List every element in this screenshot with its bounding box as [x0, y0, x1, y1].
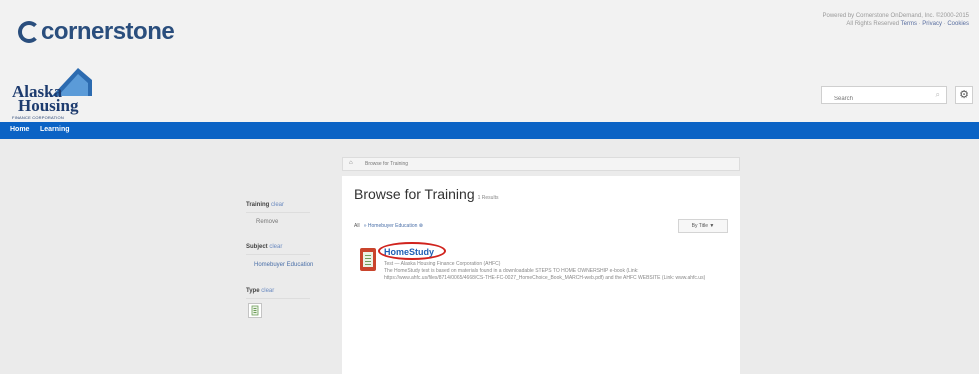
search-input[interactable] — [822, 91, 934, 107]
nav-item-learning[interactable]: Learning — [40, 126, 70, 133]
ahfc-logo[interactable]: Alaska Housing FINANCE CORPORATION — [12, 66, 122, 120]
home-icon[interactable]: ⌂ — [349, 160, 353, 166]
highlight-circle — [378, 242, 446, 260]
document-type-glyph — [251, 305, 259, 316]
top-bar: cornerstone Powered by Cornerstone OnDem… — [0, 0, 979, 62]
cornerstone-logo[interactable]: cornerstone — [18, 18, 175, 46]
filter-all[interactable]: All — [354, 223, 360, 229]
facet-type-title: Type clear — [246, 288, 274, 294]
rights-text: All Rights Reserved — [846, 21, 900, 27]
facet-subject-value[interactable]: Homebuyer Education — [254, 262, 313, 268]
facet-subject-clear[interactable]: clear — [269, 244, 282, 250]
breadcrumb-label[interactable]: Browse for Training — [365, 161, 408, 167]
facet-subject-title: Subject clear — [246, 244, 282, 250]
results-panel: Browse for Training 1 Results All » Homeb… — [342, 176, 740, 374]
logo-word-3: FINANCE CORPORATION — [12, 115, 64, 120]
result-description: The HomeStudy test is based on materials… — [384, 268, 706, 281]
sort-dropdown[interactable]: By Title ▼ — [678, 219, 728, 233]
terms-link[interactable]: Terms — [901, 21, 917, 27]
filter-homebuyer-education[interactable]: » Homebuyer Education ⊗ — [364, 223, 423, 229]
facet-training-value[interactable]: Remove — [256, 219, 278, 225]
nav-item-home[interactable]: Home — [10, 126, 29, 133]
result-subtitle: Test — Alaska Housing Finance Corporatio… — [384, 261, 501, 267]
cornerstone-mark-icon — [18, 21, 40, 43]
facet-training-label: Training — [246, 202, 270, 208]
privacy-link[interactable]: Privacy — [922, 21, 942, 27]
facet-training-title: Training clear — [246, 202, 284, 208]
page-title: Browse for Training 1 Results — [354, 186, 498, 202]
page-title-text: Browse for Training — [354, 186, 475, 202]
facet-type-clear[interactable]: clear — [261, 288, 274, 294]
facet-subject-label: Subject — [246, 244, 268, 250]
facet-training-clear[interactable]: clear — [271, 202, 284, 208]
brand-name: cornerstone — [41, 18, 175, 45]
divider — [246, 298, 310, 299]
cookies-link[interactable]: Cookies — [947, 21, 969, 27]
logo-word-2: Housing — [18, 96, 79, 115]
powered-by-line: Powered by Cornerstone OnDemand, Inc. ©2… — [822, 13, 969, 19]
document-icon[interactable] — [360, 248, 376, 271]
divider — [246, 254, 310, 255]
search-box: ⌕ — [821, 86, 947, 107]
breadcrumb: ⌂ Browse for Training — [342, 157, 740, 171]
gear-icon[interactable]: ⚙ — [955, 86, 973, 104]
document-type-icon[interactable] — [248, 303, 262, 318]
powered-by: Powered by Cornerstone OnDemand, Inc. ©2… — [822, 13, 969, 27]
nav-bar: Home Learning — [0, 122, 979, 139]
divider — [246, 212, 310, 213]
search-icon[interactable]: ⌕ — [936, 90, 940, 100]
facet-type-label: Type — [246, 288, 260, 294]
results-count: 1 Results — [477, 195, 499, 201]
active-filters: All » Homebuyer Education ⊗ — [354, 223, 423, 229]
